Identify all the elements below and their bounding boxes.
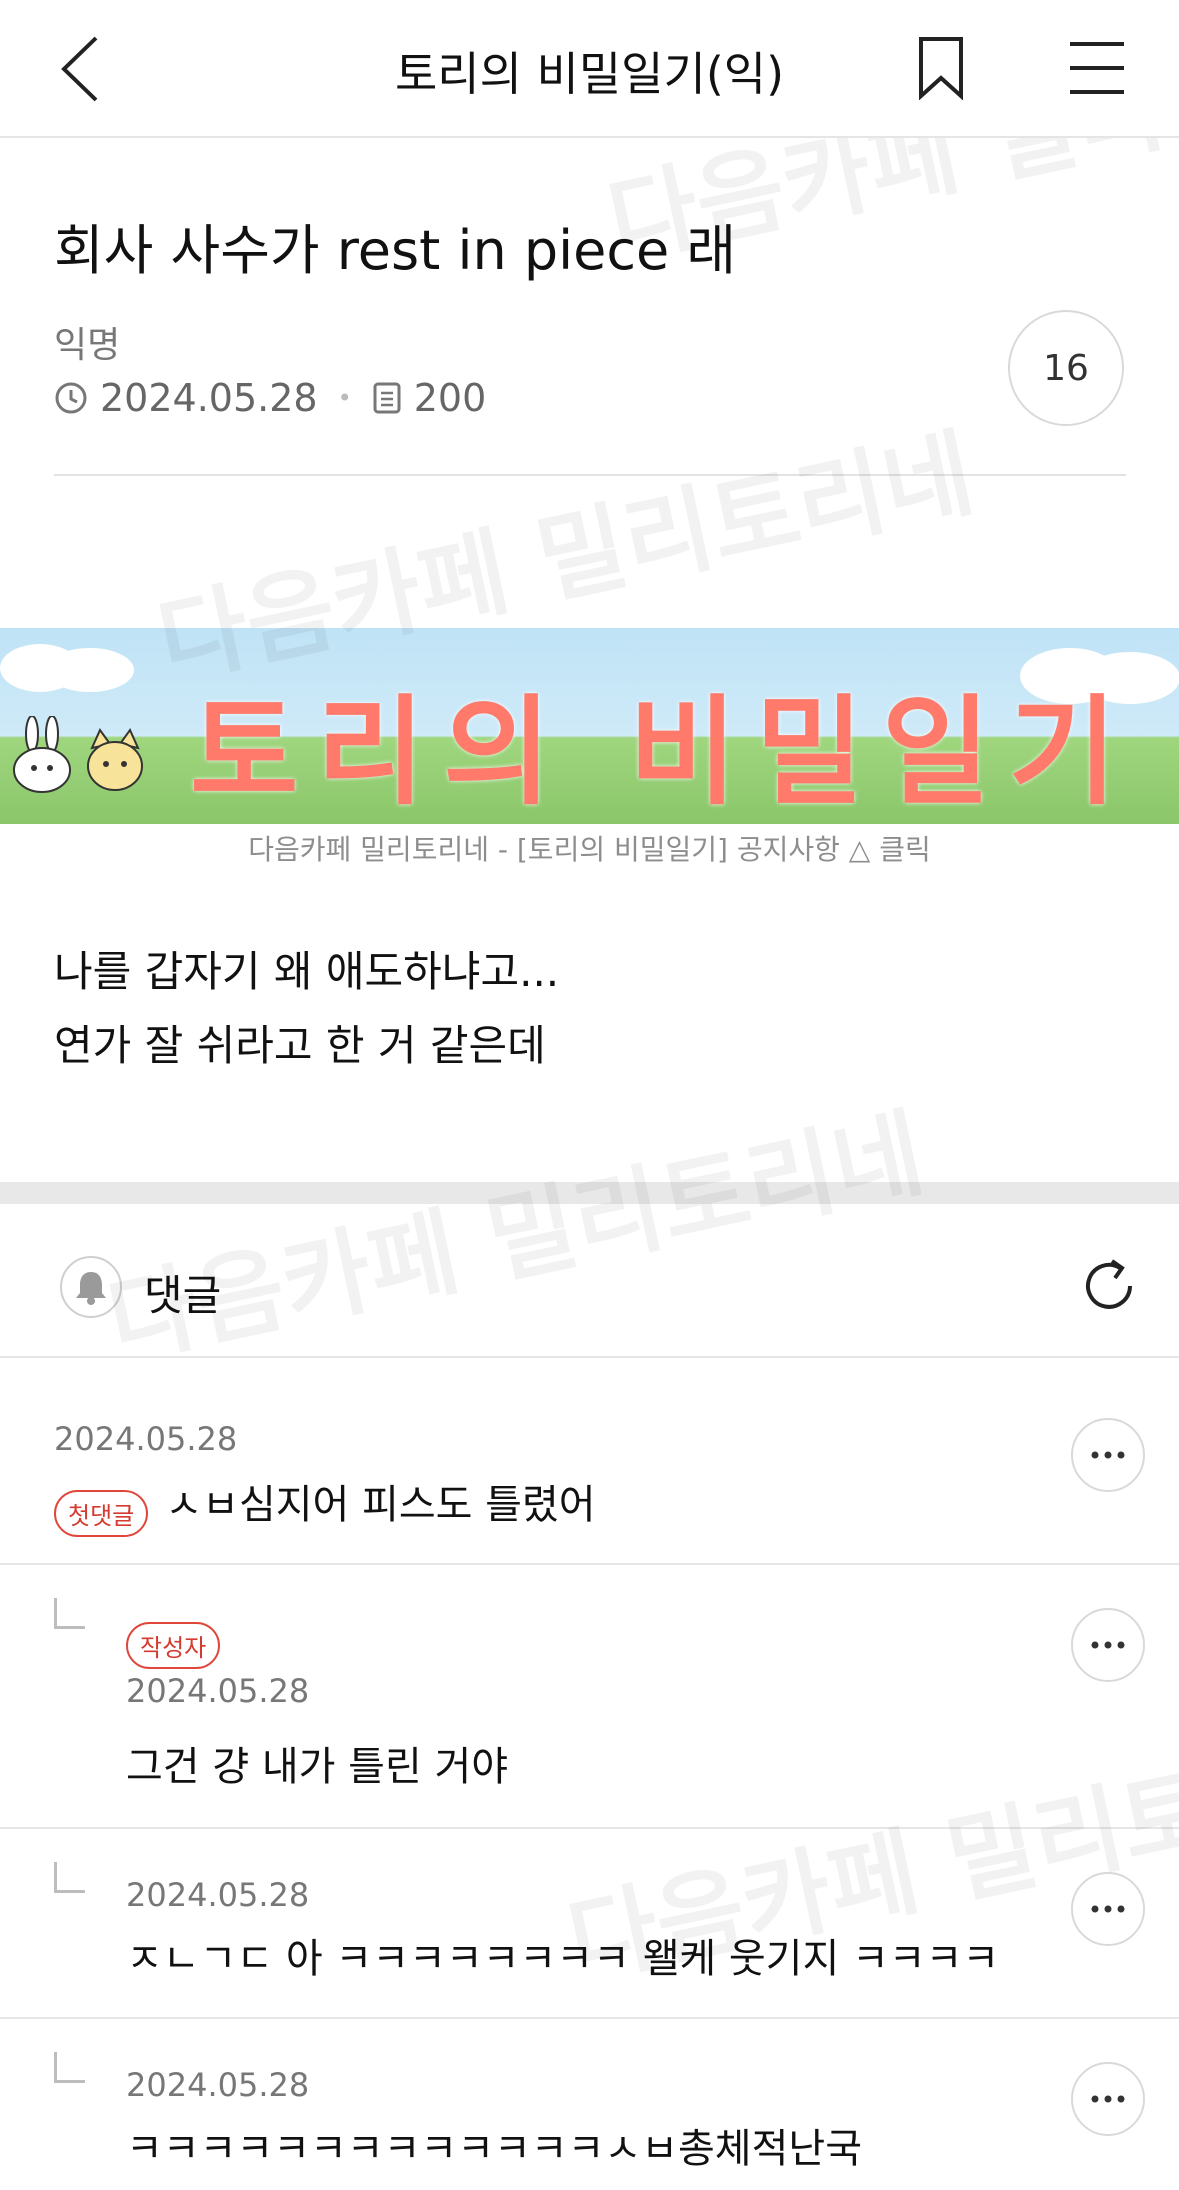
reply-indicator-icon	[54, 2052, 85, 2083]
comment-text: ㅅㅂ심지어 피스도 틀렸어	[165, 1482, 596, 1528]
comment-divider	[0, 1827, 1179, 1829]
comment-count-badge[interactable]: 16	[1008, 310, 1124, 426]
banner-title: 토리의 비밀일기	[190, 683, 1136, 821]
refresh-button[interactable]	[1078, 1255, 1140, 1317]
post-date: 2024.05.28	[100, 376, 318, 420]
rabbit-icon	[13, 716, 71, 793]
comment-date: 2024.05.28	[126, 1672, 310, 1710]
first-comment-badge: 첫댓글	[54, 1490, 149, 1537]
comment-content: 첫댓글 ㅅㅂ심지어 피스도 틀렸어	[54, 1472, 596, 1537]
meta-separator: •	[337, 384, 352, 412]
comment-text: ㅈㄴㄱㄷ 아 ㅋㅋㅋㅋㅋㅋㅋㅋ 왤케 웃기지 ㅋㅋㅋㅋ	[126, 1936, 1000, 1982]
refresh-icon	[1086, 1259, 1132, 1309]
document-icon	[373, 382, 401, 414]
notice-banner[interactable]: 토리의 비밀일기	[0, 628, 1179, 824]
post-body-line-1: 나를 갑자기 왜 애도하냐고...	[54, 947, 560, 996]
comments-section-label: 댓글	[144, 1271, 222, 1320]
comment-more-button[interactable]	[1071, 1872, 1145, 1946]
more-horizontal-icon	[1091, 1641, 1125, 1649]
post-meta: 2024.05.28 • 200	[54, 376, 486, 420]
bookmark-button[interactable]	[908, 30, 974, 106]
comment-text: 그건 걍 내가 틀린 거야	[126, 1744, 509, 1790]
more-horizontal-icon	[1091, 1905, 1125, 1913]
clock-icon	[55, 382, 87, 414]
comments-divider	[0, 1356, 1179, 1358]
divider	[54, 474, 1126, 476]
post-views: 200	[413, 376, 487, 420]
page-title: 토리의 비밀일기(익)	[394, 47, 785, 101]
comment-more-button[interactable]	[1071, 2062, 1145, 2136]
bell-icon	[76, 1272, 106, 1305]
post-body-line-2: 연가 잘 쉬라고 한 거 같은데	[54, 1021, 546, 1070]
top-app-bar: 토리의 비밀일기(익)	[0, 0, 1179, 138]
more-horizontal-icon	[1091, 1451, 1125, 1459]
post-author[interactable]: 익명	[54, 316, 120, 368]
comment-date: 2024.05.28	[126, 1876, 310, 1914]
comment-date: 2024.05.28	[54, 1420, 238, 1458]
cat-icon	[87, 728, 143, 791]
notification-bell-button[interactable]	[60, 1256, 122, 1318]
cloud-left-icon	[0, 644, 134, 692]
watermark: 다음카페 밀리토리네	[99, 1096, 933, 1379]
comment-more-button[interactable]	[1071, 1608, 1145, 1682]
bookmark-icon	[919, 37, 963, 100]
more-horizontal-icon	[1091, 2095, 1125, 2103]
comment-more-button[interactable]	[1071, 1418, 1145, 1492]
author-badge-wrap: 작성자	[126, 1622, 221, 1669]
reply-indicator-icon	[54, 1598, 85, 1629]
post-title: 회사 사수가 rest in piece 래	[54, 219, 737, 282]
reply-indicator-icon	[54, 1862, 85, 1893]
banner-caption[interactable]: 다음카페 밀리토리네 - [토리의 비밀일기] 공지사항 △ 클릭	[0, 828, 1179, 868]
hamburger-menu-icon	[1070, 42, 1124, 94]
menu-button[interactable]	[1060, 30, 1134, 106]
comment-divider	[0, 1563, 1179, 1565]
comment-text: ㅋㅋㅋㅋㅋㅋㅋㅋㅋㅋㅋㅋㅋㅅㅂ총체적난국	[126, 2126, 862, 2172]
comment-date: 2024.05.28	[126, 2066, 310, 2104]
comment-divider	[0, 2017, 1179, 2019]
section-separator	[0, 1182, 1179, 1204]
author-badge: 작성자	[126, 1622, 221, 1669]
